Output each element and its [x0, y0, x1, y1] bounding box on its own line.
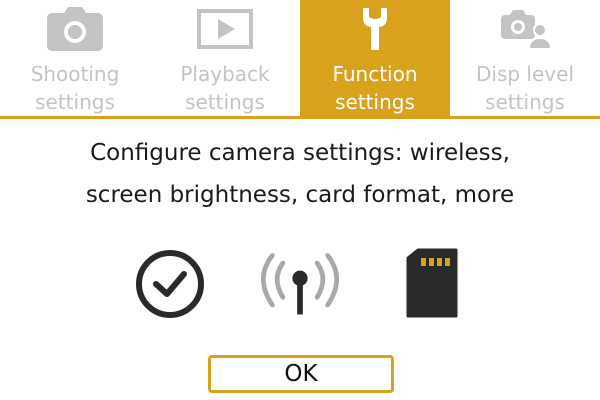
camera-user-icon: [499, 6, 551, 52]
function-description: Configure camera settings: wireless, scr…: [20, 132, 580, 216]
tab-label-line2: settings: [485, 90, 565, 114]
clock-icon: [130, 248, 210, 320]
sd-card-icon: [392, 248, 472, 320]
tab-disp-level-settings[interactable]: Disp level settings: [450, 0, 600, 116]
tab-label: Disp level settings: [476, 60, 574, 116]
tab-label: Function settings: [332, 60, 417, 116]
tab-function-settings[interactable]: Function settings: [300, 0, 450, 116]
function-settings-guide-screen: Shooting settings Playback settings Func…: [0, 0, 600, 400]
tab-label-line2: settings: [185, 90, 265, 114]
tab-underline-divider: [0, 116, 600, 119]
settings-tab-bar: Shooting settings Playback settings Func…: [0, 0, 600, 116]
tab-label-line2: settings: [335, 90, 415, 114]
ok-button[interactable]: OK: [208, 355, 394, 393]
tab-playback-settings[interactable]: Playback settings: [150, 0, 300, 116]
feature-icon-row: [0, 248, 600, 320]
description-line1: Configure camera settings: wireless,: [90, 140, 510, 166]
tab-shooting-settings[interactable]: Shooting settings: [0, 0, 150, 116]
wrench-icon: [357, 6, 393, 52]
playback-icon: [197, 6, 253, 52]
wireless-icon: [260, 248, 340, 320]
camera-icon: [47, 6, 103, 52]
tab-label: Playback settings: [180, 60, 269, 116]
tab-label-line1: Disp level: [476, 62, 574, 86]
tab-label-line2: settings: [35, 90, 115, 114]
ok-button-label: OK: [284, 361, 318, 387]
tab-label-line1: Shooting: [30, 62, 120, 86]
tab-label-line1: Playback: [180, 62, 270, 86]
description-line2: screen brightness, card format, more: [85, 182, 515, 208]
tab-label-line1: Function: [332, 62, 418, 86]
tab-label: Shooting settings: [31, 60, 120, 116]
